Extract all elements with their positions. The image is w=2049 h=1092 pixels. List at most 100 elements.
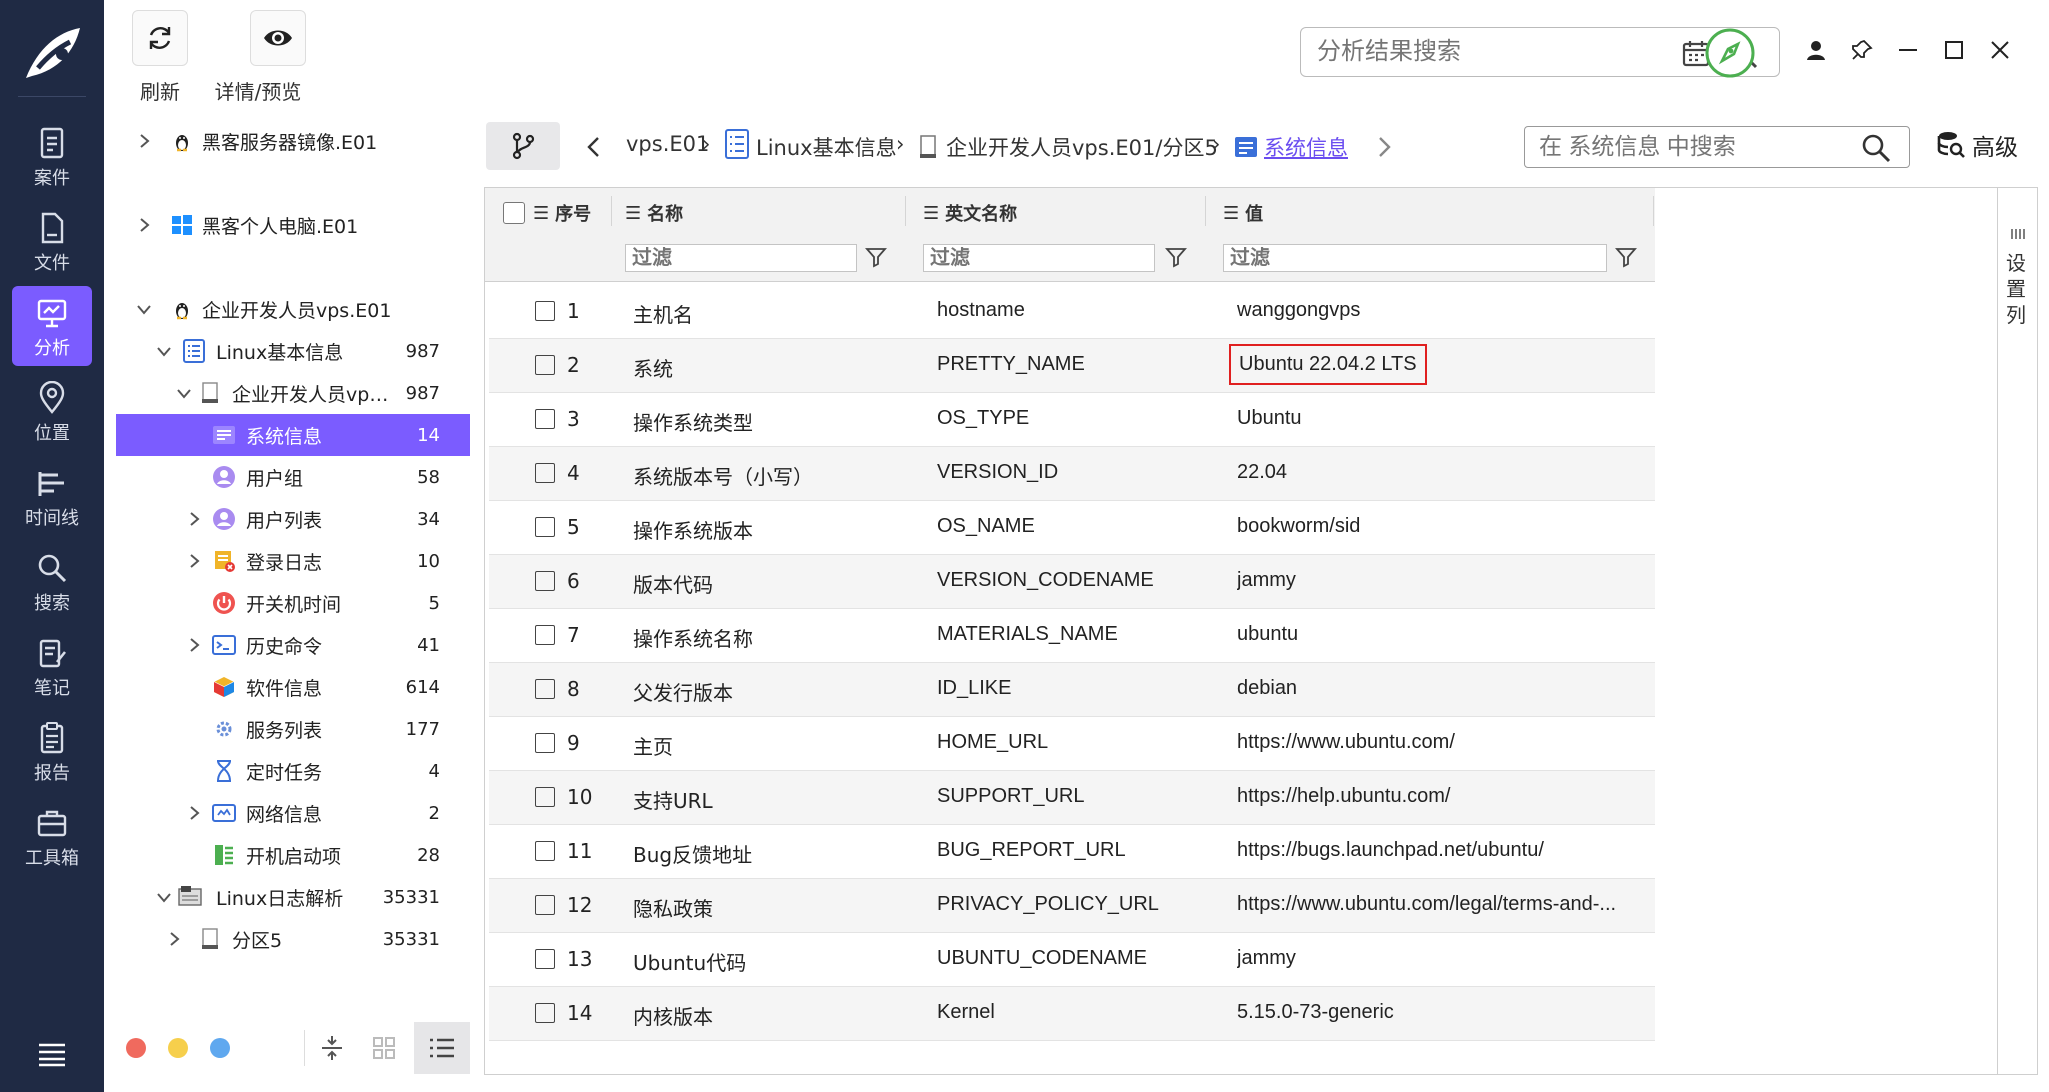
tree-item[interactable]: 服务列表 177	[116, 708, 470, 750]
row-checkbox[interactable]	[535, 355, 555, 375]
tree-item[interactable]: 分区5 35331	[116, 918, 470, 960]
name-filter[interactable]	[625, 244, 857, 272]
tree-item[interactable]: 黑客个人电脑.E01	[116, 204, 470, 246]
row-checkbox[interactable]	[535, 787, 555, 807]
chevron-down-icon[interactable]	[136, 301, 152, 317]
row-checkbox[interactable]	[535, 949, 555, 969]
value-filter[interactable]	[1223, 244, 1607, 272]
filter-icon[interactable]	[1615, 246, 1637, 268]
chevron-down-icon[interactable]	[156, 343, 172, 359]
nav-item-analysis[interactable]: 分析	[12, 286, 92, 366]
chevron-right-icon[interactable]	[136, 217, 152, 233]
chevron-right-icon[interactable]	[186, 637, 202, 653]
breadcrumb-item[interactable]: 企业开发人员vps.E01/分区5	[946, 132, 1218, 162]
table-row[interactable]: 6 版本代码 VERSION_CODENAME jammy	[489, 555, 1655, 609]
table-row[interactable]: 11 Bug反馈地址 BUG_REPORT_URL https://bugs.laun…	[489, 825, 1655, 879]
tree-item[interactable]: 开关机时间 5	[116, 582, 470, 624]
hamburger-menu-icon[interactable]	[36, 1040, 68, 1068]
filter-icon[interactable]	[1165, 246, 1187, 268]
maximize-icon[interactable]	[1936, 32, 1972, 68]
nav-item-notes[interactable]: 笔记	[12, 626, 92, 706]
row-checkbox[interactable]	[535, 895, 555, 915]
nav-item-timeline[interactable]: 时间线	[12, 456, 92, 536]
select-all-checkbox[interactable]	[503, 202, 525, 224]
chevron-right-icon[interactable]	[186, 805, 202, 821]
nav-item-location[interactable]: 位置	[12, 371, 92, 451]
tree-item[interactable]: 黑客服务器镜像.E01	[116, 120, 470, 162]
name-filter-input[interactable]	[632, 247, 792, 270]
chevron-right-icon[interactable]	[166, 931, 182, 947]
status-rocket-icon[interactable]	[1704, 27, 1756, 79]
col-value-header[interactable]: ☰ 值	[1223, 200, 1263, 226]
tree-item[interactable]: 系统信息 14	[116, 414, 470, 456]
row-checkbox[interactable]	[535, 625, 555, 645]
col-en-header[interactable]: ☰ 英文名称	[923, 200, 1017, 226]
row-checkbox[interactable]	[535, 679, 555, 699]
row-checkbox[interactable]	[535, 841, 555, 861]
grid-view-icon[interactable]	[372, 1036, 396, 1060]
tree-item[interactable]: 用户组 58	[116, 456, 470, 498]
list-view-icon[interactable]	[428, 1036, 456, 1060]
tree-item[interactable]: Linux基本信息 987	[116, 330, 470, 372]
value-filter-input[interactable]	[1230, 247, 1390, 270]
branch-button[interactable]	[486, 122, 560, 170]
tree-item[interactable]: 登录日志 10	[116, 540, 470, 582]
table-row[interactable]: 12 隐私政策 PRIVACY_POLICY_URL https://www.ubun…	[489, 879, 1655, 933]
col-name-header[interactable]: ☰ 名称	[625, 200, 683, 226]
collapse-all-icon[interactable]	[320, 1034, 344, 1062]
refresh-button[interactable]: 刷新	[132, 10, 188, 105]
chevron-right-icon[interactable]	[186, 511, 202, 527]
nav-item-toolbox[interactable]: 工具箱	[12, 796, 92, 876]
tree-item[interactable]: 企业开发人员vps.E01	[116, 288, 470, 330]
column-settings-button[interactable]: 设置列	[1997, 188, 2037, 1074]
advanced-search-button[interactable]: 高级	[1936, 128, 2018, 162]
back-arrow-icon[interactable]	[586, 136, 602, 158]
tree-item[interactable]: 用户列表 34	[116, 498, 470, 540]
minimize-icon[interactable]	[1890, 32, 1926, 68]
breadcrumb-item[interactable]: Linux基本信息	[756, 132, 897, 162]
section-search-input[interactable]	[1539, 133, 1839, 160]
chevron-down-icon[interactable]	[156, 889, 172, 905]
user-icon[interactable]	[1798, 32, 1834, 68]
chevron-right-icon[interactable]	[186, 553, 202, 569]
analysis-search-input[interactable]	[1317, 38, 1657, 66]
breadcrumb-item[interactable]: vps.E01	[626, 132, 709, 156]
chevron-right-icon[interactable]	[136, 133, 152, 149]
row-checkbox[interactable]	[535, 733, 555, 753]
breadcrumb-current[interactable]: 系统信息	[1264, 132, 1348, 162]
tree-item[interactable]: Linux日志解析 35331	[116, 876, 470, 918]
table-row[interactable]: 7 操作系统名称 MATERIALS_NAME ubuntu	[489, 609, 1655, 663]
table-row[interactable]: 3 操作系统类型 OS_TYPE Ubuntu	[489, 393, 1655, 447]
row-checkbox[interactable]	[535, 463, 555, 483]
filter-icon[interactable]	[865, 246, 887, 268]
pin-icon[interactable]	[1844, 32, 1880, 68]
row-checkbox[interactable]	[535, 1003, 555, 1023]
section-search-field[interactable]	[1524, 126, 1910, 168]
tree-item[interactable]: 开机启动项 28	[116, 834, 470, 876]
table-row[interactable]: 9 主页 HOME_URL https://www.ubuntu.com/	[489, 717, 1655, 771]
preview-button[interactable]: 详情/预览	[210, 10, 306, 105]
table-row[interactable]: 10 支持URL SUPPORT_URL https://help.ubuntu.co…	[489, 771, 1655, 825]
nav-item-report[interactable]: 报告	[12, 711, 92, 791]
search-icon[interactable]	[1861, 133, 1891, 163]
table-row[interactable]: 5 操作系统版本 OS_NAME bookworm/sid	[489, 501, 1655, 555]
row-checkbox[interactable]	[535, 301, 555, 321]
red-dot-icon[interactable]	[126, 1038, 146, 1058]
tree-item[interactable]: 定时任务 4	[116, 750, 470, 792]
col-index-header[interactable]: ☰ 序号	[533, 200, 591, 226]
close-icon[interactable]	[1982, 32, 2018, 68]
row-checkbox[interactable]	[535, 517, 555, 537]
chevron-down-icon[interactable]	[176, 385, 192, 401]
tree-item[interactable]: 网络信息 2	[116, 792, 470, 834]
en-filter[interactable]	[923, 244, 1155, 272]
yellow-dot-icon[interactable]	[168, 1038, 188, 1058]
table-row[interactable]: 13 Ubuntu代码 UBUNTU_CODENAME jammy	[489, 933, 1655, 987]
nav-item-case[interactable]: 案件	[12, 116, 92, 196]
en-filter-input[interactable]	[930, 247, 1090, 270]
blue-dot-icon[interactable]	[210, 1038, 230, 1058]
table-row[interactable]: 1 主机名 hostname wanggongvps	[489, 285, 1655, 339]
table-row[interactable]: 4 系统版本号（小写） VERSION_ID 22.04	[489, 447, 1655, 501]
tree-item[interactable]: 企业开发人员vps... 987	[116, 372, 470, 414]
row-checkbox[interactable]	[535, 571, 555, 591]
nav-item-search[interactable]: 搜索	[12, 541, 92, 621]
